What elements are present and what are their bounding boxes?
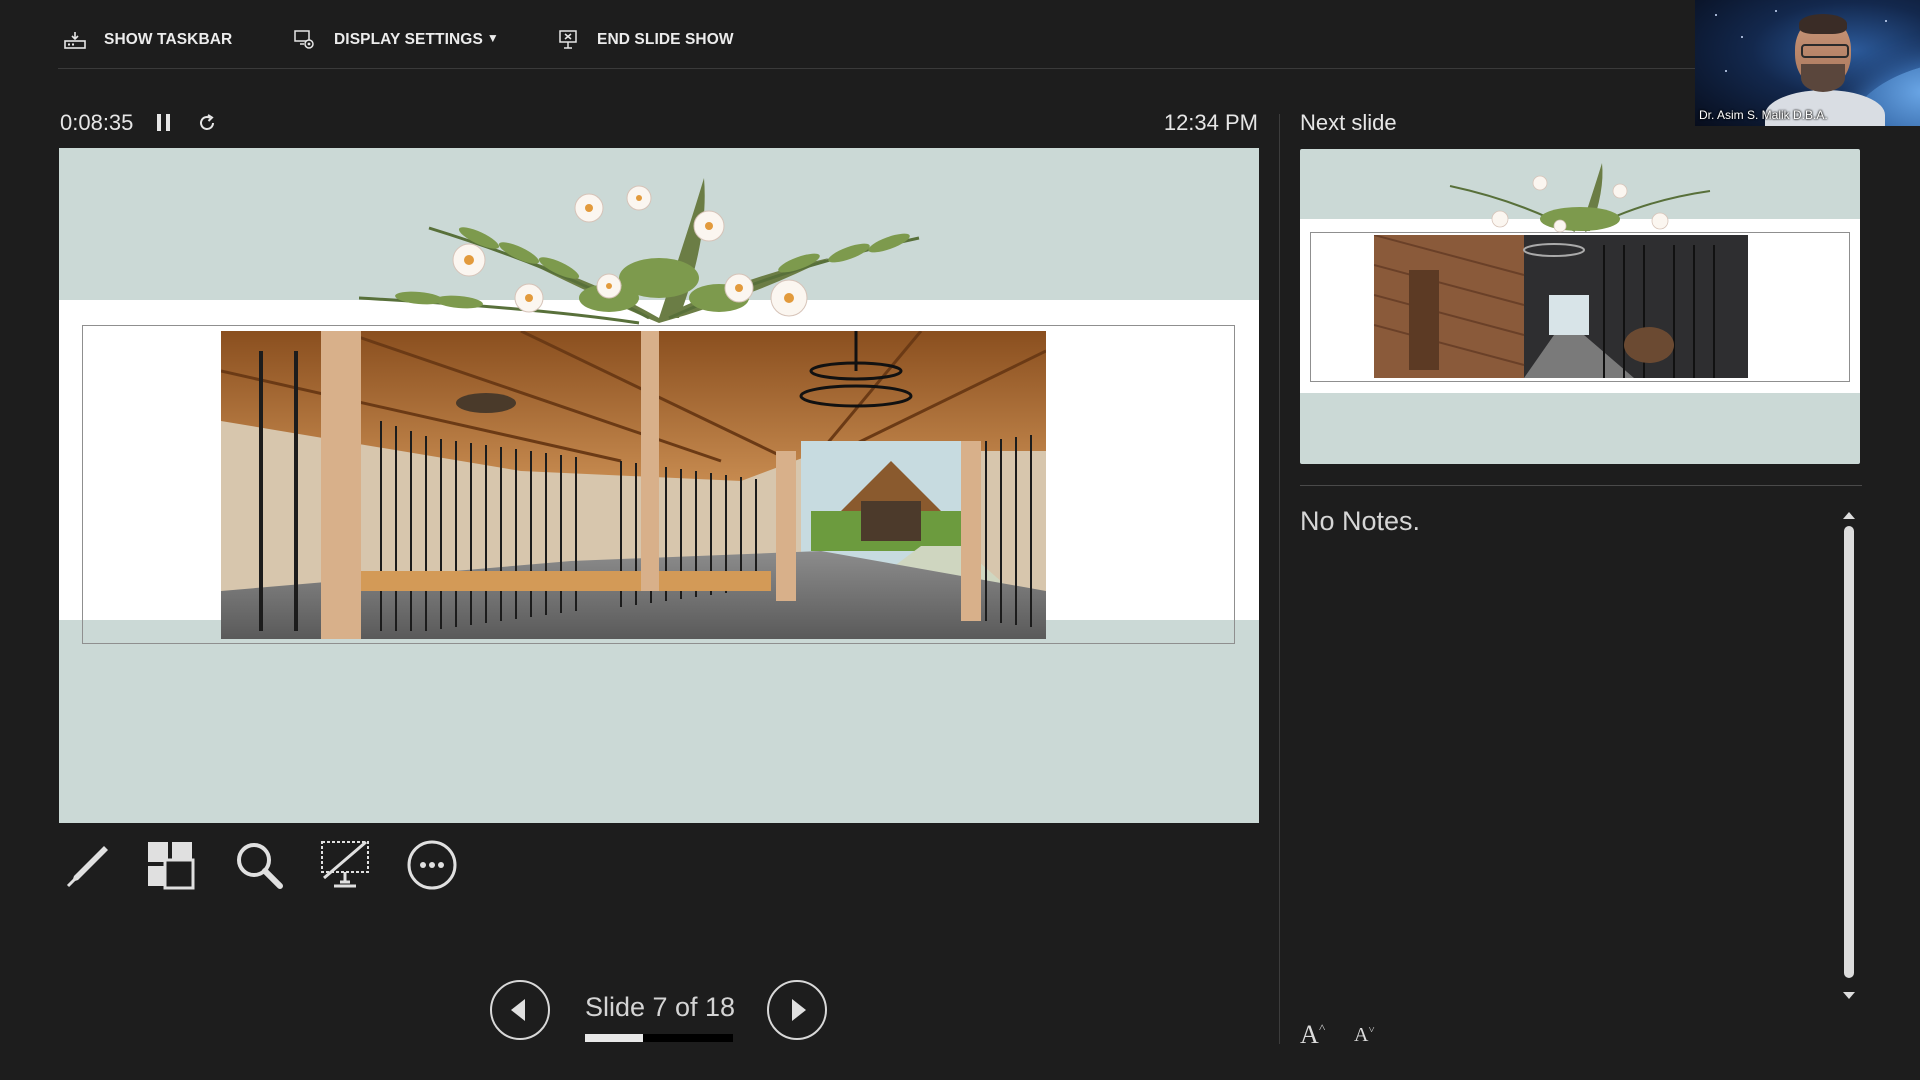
restart-timer-icon[interactable] [196, 112, 218, 139]
more-options-button[interactable] [405, 838, 459, 892]
scrollbar-thumb[interactable] [1844, 526, 1854, 978]
pane-divider [1279, 114, 1280, 1044]
participant-name: Dr. Asim S. Malik D.B.A. [1699, 108, 1828, 122]
floral-garland-decoration [359, 178, 920, 325]
more-options-icon [407, 840, 457, 890]
next-slide-button[interactable] [767, 980, 827, 1040]
speaker-notes: No Notes. [1300, 506, 1421, 536]
stable-aisle-photo [1374, 235, 1748, 378]
end-slide-show-button[interactable]: END SLIDE SHOW [557, 26, 734, 54]
pause-timer-icon[interactable] [157, 114, 171, 131]
see-all-slides-icon [148, 842, 195, 890]
taskbar-icon [64, 30, 86, 50]
see-all-slides-button[interactable] [143, 838, 197, 892]
slide-progress-fill [585, 1034, 643, 1042]
display-settings-button[interactable]: DISPLAY SETTINGS ▼ [294, 26, 499, 54]
elapsed-timer: 0:08:35 [60, 110, 134, 135]
notes-divider [1300, 485, 1862, 486]
show-taskbar-button[interactable]: SHOW TASKBAR [64, 26, 232, 54]
chevron-right-icon [792, 999, 806, 1021]
next-slide-thumbnail[interactable] [1300, 149, 1860, 464]
current-time: 12:34 PM [1163, 110, 1258, 135]
pen-tool-button[interactable] [60, 838, 114, 892]
toolbar-divider [58, 68, 1695, 69]
chevron-left-icon [511, 999, 525, 1021]
pen-icon [66, 846, 108, 888]
black-screen-icon [321, 840, 369, 888]
display-settings-icon [294, 29, 316, 51]
horse-stable-photo [221, 331, 1046, 639]
notes-scrollbar[interactable] [1840, 506, 1858, 1004]
increase-font-icon: A [1300, 1020, 1319, 1049]
scroll-up-icon[interactable] [1843, 512, 1855, 519]
scroll-down-icon[interactable] [1843, 992, 1855, 999]
next-slide-label: Next slide [1300, 110, 1397, 135]
end-slide-show-label: END SLIDE SHOW [597, 31, 734, 48]
floral-garland-decoration [1449, 163, 1711, 233]
webcam-video: Dr. Asim S. Malik D.B.A. [1695, 0, 1920, 126]
show-taskbar-label: SHOW TASKBAR [104, 31, 233, 48]
current-slide[interactable] [59, 148, 1259, 823]
black-screen-button[interactable] [318, 838, 372, 892]
increase-font-button[interactable]: A˄ [1300, 1020, 1326, 1050]
previous-slide-button[interactable] [490, 980, 550, 1040]
presenter-toolbar: SHOW TASKBAR DISPLAY SETTINGS ▼ END SLID… [0, 0, 1695, 69]
end-show-icon [557, 29, 579, 51]
slide-counter[interactable]: Slide 7 of 18 [580, 992, 740, 1023]
decrease-font-button[interactable]: A˅ [1354, 1024, 1375, 1047]
chevron-down-icon: ▼ [486, 31, 499, 45]
zoom-button[interactable] [232, 838, 286, 892]
slide-progress-bar [585, 1034, 733, 1042]
zoom-icon [237, 843, 283, 889]
display-settings-label: DISPLAY SETTINGS [334, 31, 483, 48]
decrease-font-icon: A [1354, 1024, 1369, 1046]
